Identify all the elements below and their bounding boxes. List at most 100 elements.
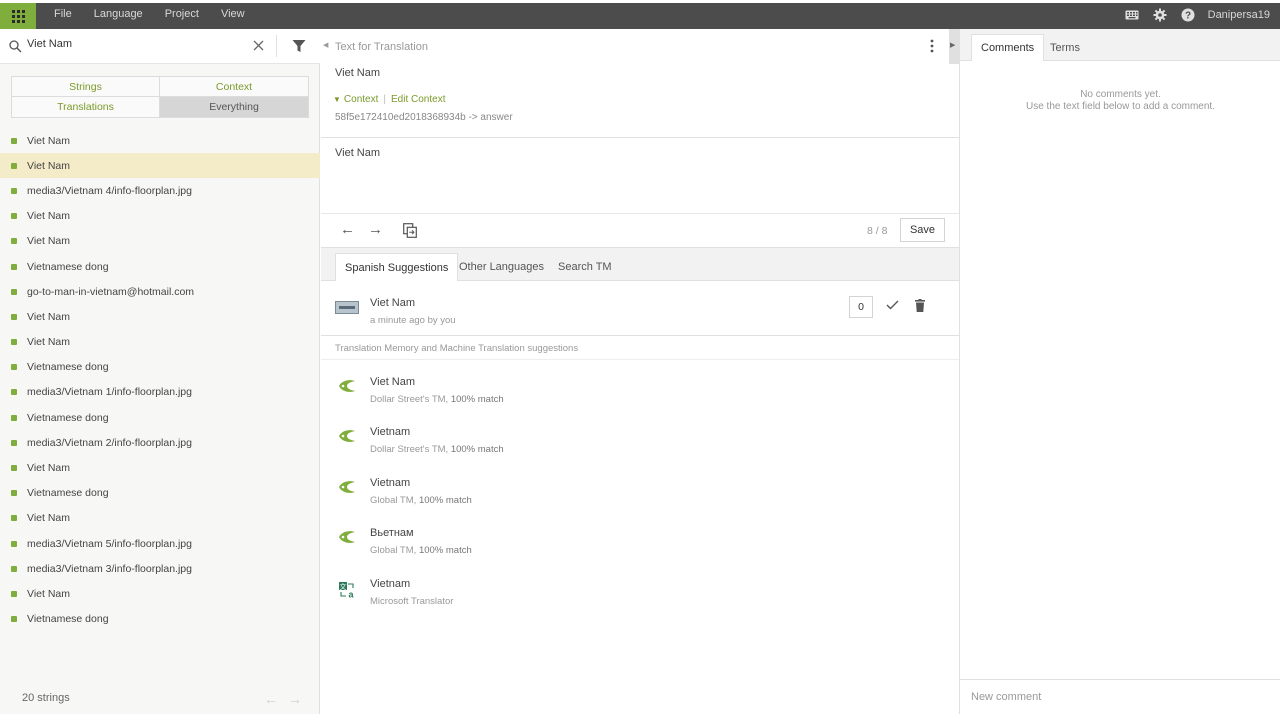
tab-spanish-suggestions[interactable]: Spanish Suggestions xyxy=(335,253,459,281)
list-item[interactable]: media3/Vietnam 3/info-floorplan.jpg xyxy=(0,556,320,581)
caret-down-icon[interactable]: ▼ xyxy=(333,95,341,104)
new-comment-input[interactable] xyxy=(971,691,1266,703)
list-item-text: Viet Nam xyxy=(27,235,70,248)
source-label: Text for Translation xyxy=(335,41,428,53)
filter-icon[interactable] xyxy=(292,39,306,56)
list-item-text: media3/Vietnam 2/info-floorplan.jpg xyxy=(27,436,192,449)
tm-suggestion[interactable]: Vietnam Dollar Street's TM, 100% match xyxy=(321,415,959,465)
list-item[interactable]: Viet Nam xyxy=(0,506,320,531)
list-item-text: Vietnamese dong xyxy=(27,411,109,424)
context-key: 58f5e172410ed2018368934b -> answer xyxy=(335,112,513,123)
list-item[interactable]: Vietnamese dong xyxy=(0,254,320,279)
tm-icon xyxy=(338,429,356,443)
gear-icon[interactable] xyxy=(1152,7,1168,23)
next-page-arrow-icon[interactable]: → xyxy=(288,691,302,707)
list-item[interactable]: Viet Nam xyxy=(0,153,320,179)
filter-context[interactable]: Context xyxy=(160,77,308,97)
list-item[interactable]: go-to-man-in-vietnam@hotmail.com xyxy=(0,279,320,304)
match-quality: 100% match xyxy=(418,494,472,506)
list-item[interactable]: Vietnamese dong xyxy=(0,607,320,632)
tm-suggestion[interactable]: Viet Nam Dollar Street's TM, 100% match xyxy=(321,365,959,415)
help-icon[interactable]: ? xyxy=(1180,7,1196,23)
list-item-text: Vietnamese dong xyxy=(27,260,109,273)
keyboard-icon[interactable] xyxy=(1124,7,1140,23)
translated-status-icon xyxy=(11,515,17,522)
list-item[interactable]: Vietnamese dong xyxy=(0,405,320,430)
collapse-left-icon[interactable]: ◀ xyxy=(323,41,328,49)
list-item[interactable]: media3/Vietnam 5/info-floorplan.jpg xyxy=(0,531,320,556)
suggestion-tabs: Spanish Suggestions Other Languages Sear… xyxy=(321,248,959,281)
translated-status-icon xyxy=(11,213,17,220)
tab-other-languages[interactable]: Other Languages xyxy=(450,253,553,281)
list-item[interactable]: Vietnamese dong xyxy=(0,355,320,380)
tab-comments[interactable]: Comments xyxy=(971,34,1045,61)
menu-file[interactable]: File xyxy=(54,8,72,20)
translated-status-icon xyxy=(11,490,17,497)
translated-status-icon xyxy=(11,540,17,547)
list-item[interactable]: Viet Nam xyxy=(0,330,320,355)
checkmark-icon[interactable] xyxy=(886,300,899,313)
clear-search-icon[interactable] xyxy=(253,40,264,54)
suggestion-source: Dollar Street's TM, 100% match xyxy=(370,394,504,405)
filter-everything[interactable]: Everything xyxy=(160,97,308,117)
suggestion-text[interactable]: Viet Nam xyxy=(370,297,415,309)
source-header: ◀ Text for Translation ▶ xyxy=(321,29,959,64)
list-item[interactable]: Viet Nam xyxy=(0,455,320,480)
list-item[interactable]: Viet Nam xyxy=(0,204,320,229)
context-separator: | xyxy=(383,94,386,105)
list-item[interactable]: media3/Vietnam 1/info-floorplan.jpg xyxy=(0,380,320,405)
list-item-text: Viet Nam xyxy=(27,462,70,475)
list-item-text: Vietnamese dong xyxy=(27,361,109,374)
suggestion-text: Vietnam xyxy=(370,577,411,590)
trash-icon[interactable] xyxy=(915,299,925,315)
divider xyxy=(321,359,959,360)
divider xyxy=(321,137,959,138)
vote-count: 0 xyxy=(849,296,873,318)
top-right-controls: ? Danipersa19 xyxy=(1112,7,1270,23)
menu-language[interactable]: Language xyxy=(94,8,143,20)
list-item-text: Viet Nam xyxy=(27,159,70,172)
context-toggle[interactable]: Context xyxy=(344,94,378,105)
copy-source-icon[interactable] xyxy=(403,223,417,241)
translated-status-icon xyxy=(11,590,17,597)
tab-search-tm[interactable]: Search TM xyxy=(549,253,621,281)
translation-textarea[interactable]: Viet Nam xyxy=(335,147,945,207)
menu-project[interactable]: Project xyxy=(165,8,199,20)
list-item-text: Vietnamese dong xyxy=(27,487,109,500)
more-options-icon[interactable] xyxy=(929,39,935,56)
previous-string-icon[interactable]: ← xyxy=(340,221,355,238)
list-item[interactable]: Viet Nam xyxy=(0,128,320,153)
translated-status-icon xyxy=(11,389,17,396)
filter-translations[interactable]: Translations xyxy=(12,97,160,117)
context-line: ▼ Context | Edit Context xyxy=(333,94,445,105)
list-item[interactable]: media3/Vietnam 4/info-floorplan.jpg xyxy=(0,178,320,203)
svg-text:a: a xyxy=(348,589,354,599)
username[interactable]: Danipersa19 xyxy=(1208,9,1270,21)
translated-status-icon xyxy=(11,616,17,623)
tab-terms[interactable]: Terms xyxy=(1041,34,1089,61)
match-quality: 100% match xyxy=(450,394,504,405)
menu-view[interactable]: View xyxy=(221,8,245,20)
list-item[interactable]: media3/Vietnam 2/info-floorplan.jpg xyxy=(0,430,320,455)
list-item[interactable]: Viet Nam xyxy=(0,304,320,329)
tm-suggestion[interactable]: Vietnam Global TM, 100% match xyxy=(321,466,959,516)
filter-strings[interactable]: Strings xyxy=(12,77,160,97)
search-input[interactable] xyxy=(27,38,247,50)
translated-status-icon xyxy=(11,263,17,270)
tm-suggestion[interactable]: 文 a Vietnam Microsoft Translator xyxy=(321,567,959,617)
next-string-icon[interactable]: → xyxy=(368,221,383,238)
app-grid-button[interactable] xyxy=(0,3,36,29)
list-item[interactable]: Viet Nam xyxy=(0,581,320,606)
tm-suggestion[interactable]: Вьетнам Global TM, 100% match xyxy=(321,516,959,566)
list-item[interactable]: Viet Nam xyxy=(0,229,320,254)
microsoft-translator-icon: 文a xyxy=(338,581,356,599)
list-item[interactable]: Vietnamese dong xyxy=(0,481,320,506)
edit-context-link[interactable]: Edit Context xyxy=(391,94,445,105)
prev-page-arrow-icon[interactable]: ← xyxy=(264,691,278,707)
collapse-right-icon[interactable]: ▶ xyxy=(950,41,955,49)
suggestion-source: Global TM, 100% match xyxy=(370,495,472,506)
main-menu: File Language Project View xyxy=(54,8,267,20)
search-icon xyxy=(9,40,22,56)
save-button[interactable]: Save xyxy=(900,218,945,242)
tm-icon xyxy=(338,379,356,393)
